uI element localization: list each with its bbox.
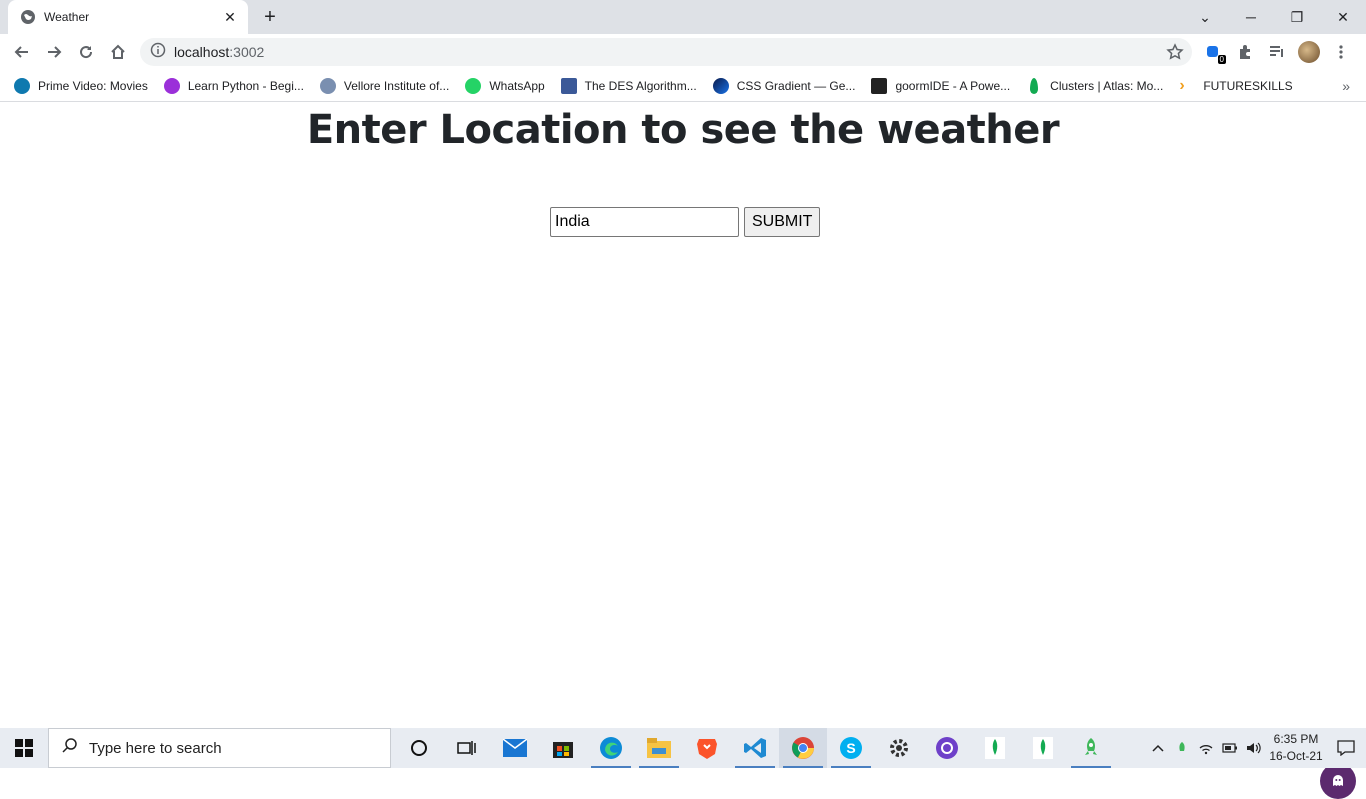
taskbar-clock[interactable]: 6:35 PM 16-Oct-21	[1266, 731, 1326, 765]
bookmark-item[interactable]: Clusters | Atlas: Mo...	[1026, 77, 1164, 94]
extension-counter-icon[interactable]: 0	[1200, 38, 1226, 66]
close-tab-icon[interactable]: ✕	[222, 9, 238, 25]
submit-button[interactable]: SUBMIT	[744, 207, 821, 237]
whatsapp-icon	[465, 77, 482, 94]
bookmark-item[interactable]: Learn Python - Begi...	[163, 77, 304, 94]
vellore-institute-icon	[319, 77, 336, 94]
task-view-icon[interactable]	[443, 728, 491, 768]
forward-arrow-icon[interactable]	[38, 36, 70, 68]
system-tray: 6:35 PM 16-Oct-21	[1146, 728, 1366, 768]
windows-taskbar: Type here to search S 6:35 PM 16-Oct-21	[0, 728, 1366, 768]
minimize-button[interactable]: ─	[1228, 0, 1274, 34]
address-bar[interactable]: localhost:3002	[140, 38, 1192, 66]
taskbar-apps: S	[395, 728, 1115, 768]
taskbar-search-box[interactable]: Type here to search	[48, 728, 391, 768]
location-form: SUBMIT	[550, 207, 821, 237]
clock-time: 6:35 PM	[1273, 732, 1319, 746]
location-input[interactable]	[550, 207, 739, 237]
settings-gear-icon[interactable]	[875, 728, 923, 768]
mongodb-compass-icon[interactable]	[971, 728, 1019, 768]
bookmark-label: WhatsApp	[489, 78, 545, 93]
skype-icon[interactable]: S	[827, 728, 875, 768]
chevron-right-icon: ›	[1179, 76, 1185, 94]
windows-start-icon[interactable]	[0, 728, 48, 768]
bookmark-label: CSS Gradient — Ge...	[736, 78, 856, 93]
more-bookmarks-icon[interactable]: »	[1342, 78, 1350, 94]
window-controls: ⌄ ─ ❐ ✕	[1182, 0, 1366, 34]
browser-tab-weather[interactable]: Weather ✕	[8, 0, 248, 34]
bookmarks-bar: Prime Video: Movies Learn Python - Begi.…	[0, 70, 1366, 102]
home-icon[interactable]	[102, 36, 134, 68]
bookmark-label: Clusters | Atlas: Mo...	[1050, 78, 1164, 93]
bookmark-item[interactable]: › FUTURESKILLS	[1179, 76, 1293, 94]
profile-avatar[interactable]	[1296, 38, 1322, 66]
edge-browser-icon[interactable]	[587, 728, 635, 768]
back-arrow-icon[interactable]	[6, 36, 38, 68]
vscode-icon[interactable]	[731, 728, 779, 768]
bookmark-label: goormIDE - A Powe...	[895, 78, 1011, 93]
tab-strip: Weather ✕ + ⌄ ─ ❐ ✕	[0, 0, 1366, 34]
tab-title: Weather	[44, 10, 90, 24]
chat-assistant-icon[interactable]	[1320, 763, 1356, 799]
goormide-icon	[871, 77, 888, 94]
clock-date: 16-Oct-21	[1269, 749, 1323, 763]
bookmark-label: Prime Video: Movies	[38, 78, 148, 93]
microsoft-store-icon[interactable]	[539, 728, 587, 768]
volume-icon[interactable]	[1242, 728, 1266, 768]
bookmark-item[interactable]: CSS Gradient — Ge...	[712, 77, 856, 94]
cortana-icon[interactable]	[395, 728, 443, 768]
reading-list-icon[interactable]	[1264, 38, 1290, 66]
extension-badge: 0	[1217, 55, 1226, 64]
globe-icon	[20, 9, 36, 25]
rocket-app-icon[interactable]	[1067, 728, 1115, 768]
new-tab-button[interactable]: +	[258, 5, 282, 29]
des-algorithm-icon	[560, 77, 577, 94]
page-content: Enter Location to see the weather SUBMIT	[0, 103, 1366, 799]
brave-browser-icon[interactable]	[683, 728, 731, 768]
bookmark-item[interactable]: goormIDE - A Powe...	[871, 77, 1011, 94]
reload-icon[interactable]	[70, 36, 102, 68]
rocket-tray-icon[interactable]	[1170, 728, 1194, 768]
bookmark-item[interactable]: WhatsApp	[465, 77, 545, 94]
bookmark-star-icon[interactable]	[1166, 43, 1184, 61]
bookmark-item[interactable]: Prime Video: Movies	[14, 77, 148, 94]
chrome-icon[interactable]	[779, 728, 827, 768]
url-port: :3002	[229, 44, 265, 60]
wifi-icon[interactable]	[1194, 728, 1218, 768]
bookmark-item[interactable]: The DES Algorithm...	[560, 77, 697, 94]
url-text: localhost:3002	[174, 44, 264, 60]
tab-search-icon[interactable]: ⌄	[1182, 0, 1228, 34]
svg-text:S: S	[846, 740, 855, 756]
battery-icon[interactable]	[1218, 728, 1242, 768]
close-window-button[interactable]: ✕	[1320, 0, 1366, 34]
restore-button[interactable]: ❐	[1274, 0, 1320, 34]
mongodb-leaf-icon	[1030, 77, 1039, 94]
bookmark-label: The DES Algorithm...	[584, 78, 697, 93]
mongodb-shell-icon[interactable]	[1019, 728, 1067, 768]
bookmark-label: Learn Python - Begi...	[187, 78, 304, 93]
file-explorer-icon[interactable]	[635, 728, 683, 768]
css-gradient-icon	[712, 77, 729, 94]
info-icon[interactable]	[150, 42, 166, 63]
bookmark-label: Vellore Institute of...	[343, 78, 450, 93]
search-icon	[61, 737, 79, 759]
prime-video-icon	[14, 77, 30, 94]
bookmark-label: FUTURESKILLS	[1203, 78, 1293, 93]
puzzle-extensions-icon[interactable]	[1232, 38, 1258, 66]
learn-python-icon	[163, 77, 180, 94]
page-title: Enter Location to see the weather	[306, 107, 1060, 153]
github-desktop-icon[interactable]	[923, 728, 971, 768]
notification-center-icon[interactable]	[1326, 728, 1366, 768]
bookmark-item[interactable]: Vellore Institute of...	[319, 77, 450, 94]
mail-icon[interactable]	[491, 728, 539, 768]
chrome-menu-icon[interactable]	[1328, 38, 1354, 66]
show-hidden-icons-chevron-icon[interactable]	[1146, 728, 1170, 768]
url-host: localhost	[174, 44, 230, 60]
search-placeholder: Type here to search	[89, 739, 222, 757]
extensions-area: 0	[1200, 38, 1354, 66]
